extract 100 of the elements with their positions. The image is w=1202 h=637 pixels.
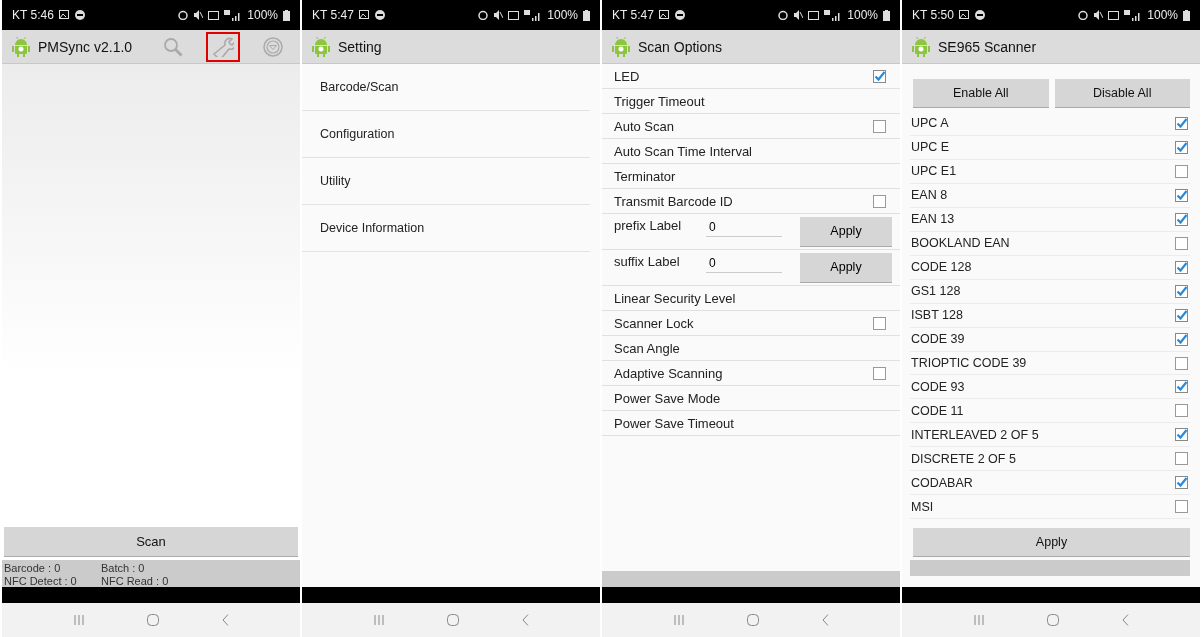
apply-button[interactable]: Apply	[800, 216, 892, 247]
checkbox[interactable]	[1175, 428, 1188, 442]
recents-icon[interactable]	[973, 615, 984, 625]
mute-icon	[1093, 10, 1104, 20]
option-label: Scan Angle	[614, 340, 681, 356]
home-icon[interactable]	[446, 614, 459, 626]
battery-icon	[1183, 9, 1190, 21]
checkbox[interactable]	[873, 366, 886, 380]
option-label: suffix Label	[614, 253, 681, 269]
signal-icon	[1124, 9, 1143, 21]
checkbox[interactable]	[1175, 380, 1188, 394]
option-label: Terminator	[614, 168, 677, 184]
option-label: Adaptive Scanning	[614, 365, 724, 381]
android-icon	[312, 36, 330, 57]
checkbox[interactable]	[1175, 500, 1188, 514]
input-field[interactable]: 0	[706, 218, 782, 237]
checkbox[interactable]	[1175, 404, 1188, 418]
alarm-icon	[178, 10, 189, 20]
signal-icon	[824, 9, 843, 21]
android-icon	[612, 36, 630, 57]
checkbox[interactable]	[873, 119, 886, 133]
apply-button[interactable]: Apply	[913, 528, 1190, 558]
recents-icon[interactable]	[673, 615, 684, 625]
battery-level: 100%	[547, 8, 578, 22]
back-icon[interactable]	[1121, 614, 1129, 626]
mute-icon	[493, 10, 504, 20]
battery-icon	[283, 9, 290, 21]
checkbox[interactable]	[1175, 284, 1188, 298]
option-label: Linear Security Level	[614, 290, 737, 306]
mute-icon	[793, 10, 804, 20]
menu-item[interactable]: Barcode/Scan	[302, 64, 590, 111]
checkbox[interactable]	[1175, 452, 1188, 466]
home-icon[interactable]	[146, 614, 159, 626]
option-label: prefix Label	[614, 217, 683, 233]
checkbox[interactable]	[1175, 308, 1188, 322]
checkbox[interactable]	[1175, 356, 1188, 370]
checkbox[interactable]	[873, 194, 886, 208]
menu-item[interactable]: Device Information	[302, 205, 590, 252]
input-field[interactable]: 0	[706, 254, 782, 273]
hd-icon	[208, 10, 220, 20]
checkbox[interactable]	[1175, 164, 1188, 178]
toggle-all-button[interactable]: Enable All	[913, 79, 1049, 108]
gallery-icon	[958, 10, 970, 20]
symbology-label: CODE 93	[911, 379, 966, 394]
apply-button[interactable]: Apply	[800, 252, 892, 283]
battery-level: 100%	[847, 8, 878, 22]
alarm-icon	[1078, 10, 1089, 20]
symbology-label: GS1 128	[911, 284, 962, 299]
android-icon	[12, 36, 30, 57]
circle-down-icon[interactable]	[263, 36, 283, 57]
wrench-icon[interactable]	[212, 36, 234, 57]
checkbox[interactable]	[1175, 116, 1188, 130]
carrier-time: KT 5:47	[312, 8, 354, 22]
home-icon[interactable]	[1046, 614, 1059, 626]
checkbox[interactable]	[1175, 188, 1188, 202]
checkbox[interactable]	[1175, 332, 1188, 346]
carrier-time: KT 5:47	[612, 8, 654, 22]
home-icon[interactable]	[746, 614, 759, 626]
screen-title: Scan Options	[638, 38, 724, 55]
screen-title: Setting	[338, 38, 383, 55]
symbology-label: UPC E1	[911, 164, 958, 179]
option-label: LED	[614, 68, 641, 84]
symbology-label: TRIOPTIC CODE 39	[911, 356, 1028, 370]
checkbox[interactable]	[873, 316, 886, 330]
symbology-label: CODABAR	[911, 475, 974, 490]
search-icon[interactable]	[163, 36, 183, 57]
checkbox[interactable]	[1175, 236, 1188, 250]
symbology-label: ISBT 128	[911, 308, 964, 323]
symbology-label: CODE 128	[911, 260, 973, 275]
recents-icon[interactable]	[73, 615, 84, 625]
symbology-label: EAN 13	[911, 212, 956, 227]
screen-title: SE965 Scanner	[938, 38, 1038, 55]
back-icon[interactable]	[521, 614, 529, 626]
checkbox[interactable]	[1175, 476, 1188, 490]
checkbox[interactable]	[1175, 212, 1188, 226]
option-label: Transmit Barcode ID	[614, 193, 734, 209]
symbology-label: INTERLEAVED 2 OF 5	[911, 427, 1040, 442]
option-label: Trigger Timeout	[614, 93, 706, 109]
counter-text: Barcode : 0	[4, 562, 62, 575]
hd-icon	[508, 10, 520, 20]
back-icon[interactable]	[821, 614, 829, 626]
symbology-label: UPC A	[911, 116, 950, 131]
checkbox[interactable]	[1175, 140, 1188, 154]
menu-item[interactable]: Utility	[302, 158, 590, 205]
symbology-label: CODE 11	[911, 403, 965, 418]
menu-item[interactable]: Configuration	[302, 111, 590, 158]
option-label: Power Save Mode	[614, 390, 722, 406]
hd-icon	[808, 10, 820, 20]
checkbox[interactable]	[1175, 260, 1188, 274]
battery-icon	[583, 9, 590, 21]
back-icon[interactable]	[221, 614, 229, 626]
counter-text: NFC Detect : 0	[4, 574, 78, 587]
battery-icon	[883, 9, 890, 21]
screen-title: PMSync v2.1.0	[38, 38, 134, 55]
recents-icon[interactable]	[373, 615, 384, 625]
scan-button[interactable]: Scan	[4, 527, 298, 557]
checkbox[interactable]	[873, 69, 886, 83]
battery-level: 100%	[1147, 8, 1178, 22]
toggle-all-button[interactable]: Disable All	[1054, 79, 1190, 108]
symbology-label: CODE 39	[911, 332, 966, 347]
